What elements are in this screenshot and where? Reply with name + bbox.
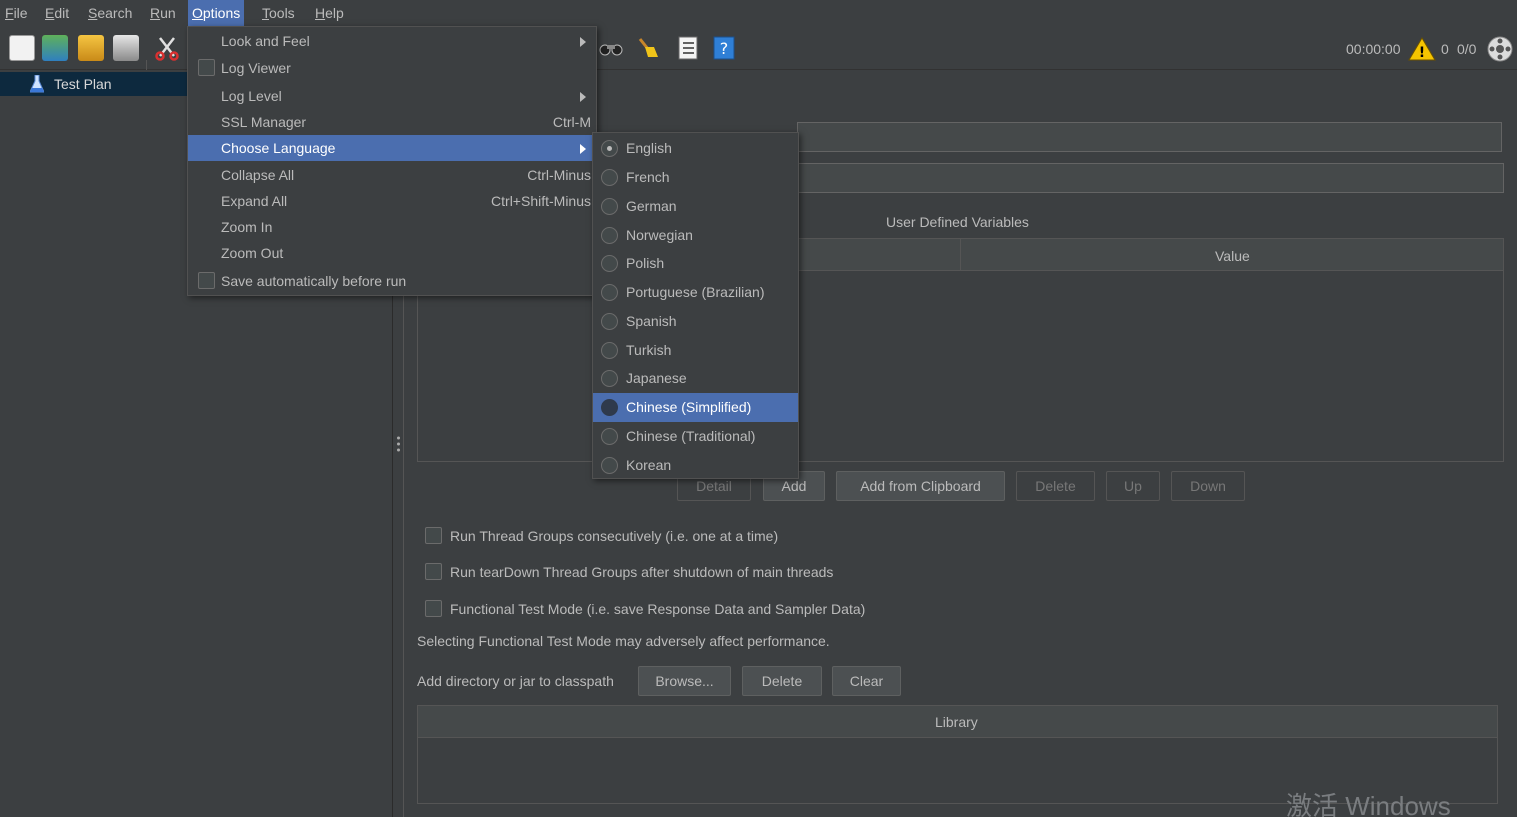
language-french[interactable]: French <box>593 163 798 192</box>
language-polish[interactable]: Polish <box>593 249 798 278</box>
remote-engine-icon[interactable] <box>1487 36 1513 62</box>
function-helper-icon[interactable] <box>675 35 701 61</box>
language-portuguese-brazilian[interactable]: Portuguese (Brazilian) <box>593 278 798 307</box>
svg-text:?: ? <box>720 39 729 58</box>
menu-item-collapse-all[interactable]: Collapse All Ctrl-Minus <box>188 162 596 188</box>
elapsed-timer: 00:00:00 <box>1346 41 1401 57</box>
menu-item-zoom-out[interactable]: Zoom Out <box>188 240 596 266</box>
menu-item-save-automatically[interactable]: Save automatically before run <box>188 268 596 294</box>
menu-options[interactable]: Options <box>188 0 245 26</box>
menu-bar: File Edit Search Run Options Tools Help <box>0 0 1517 26</box>
activation-watermark: 激活 Windows <box>1286 791 1451 817</box>
menu-tools[interactable]: Tools <box>258 0 299 26</box>
svg-text:!: ! <box>1419 45 1425 61</box>
down-button[interactable]: Down <box>1171 471 1245 501</box>
udv-title: User Defined Variables <box>886 214 1029 230</box>
new-icon[interactable] <box>9 35 35 61</box>
splitter-handle[interactable] <box>397 436 400 452</box>
save-automatically-checkbox[interactable] <box>198 272 215 289</box>
up-button[interactable]: Up <box>1106 471 1160 501</box>
menu-item-choose-language[interactable]: Choose Language <box>188 135 596 161</box>
menu-search[interactable]: Search <box>84 0 136 26</box>
menu-help[interactable]: Help <box>311 0 348 26</box>
save-icon[interactable] <box>113 35 139 61</box>
language-submenu: English French German Norwegian Polish P… <box>592 132 799 479</box>
functional-mode-label: Functional Test Mode (i.e. save Response… <box>450 601 866 617</box>
menu-run[interactable]: Run <box>146 0 180 26</box>
menu-file[interactable]: File <box>1 0 32 26</box>
clear-button[interactable]: Clear <box>832 666 901 696</box>
teardown-label: Run tearDown Thread Groups after shutdow… <box>450 564 834 580</box>
menu-item-expand-all[interactable]: Expand All Ctrl+Shift-Minus <box>188 188 596 214</box>
delete-variable-button[interactable]: Delete <box>1016 471 1095 501</box>
log-viewer-checkbox[interactable] <box>198 59 215 76</box>
comments-field[interactable] <box>797 163 1504 193</box>
language-chinese-simplified[interactable]: Chinese (Simplified) <box>593 393 798 422</box>
functional-mode-checkbox[interactable] <box>425 600 442 617</box>
open-icon[interactable] <box>78 35 104 61</box>
warning-icon[interactable]: ! <box>1408 37 1436 61</box>
language-japanese[interactable]: Japanese <box>593 364 798 393</box>
warning-count: 0 <box>1441 41 1449 57</box>
functional-mode-note: Selecting Functional Test Mode may adver… <box>417 633 830 649</box>
help-icon[interactable]: ? <box>711 35 737 61</box>
language-korean[interactable]: Korean <box>593 451 798 480</box>
search-binoculars-icon[interactable] <box>598 35 624 61</box>
thread-count: 0/0 <box>1457 41 1477 57</box>
menu-item-zoom-in[interactable]: Zoom In <box>188 214 596 240</box>
classpath-label: Add directory or jar to classpath <box>417 673 614 689</box>
language-chinese-traditional[interactable]: Chinese (Traditional) <box>593 422 798 451</box>
delete-classpath-button[interactable]: Delete <box>742 666 822 696</box>
consecutive-label: Run Thread Groups consecutively (i.e. on… <box>450 528 779 544</box>
teardown-checkbox[interactable] <box>425 563 442 580</box>
library-col-header: Library <box>935 714 978 730</box>
test-plan-flask-icon <box>29 74 45 93</box>
menu-item-ssl-manager[interactable]: SSL Manager Ctrl-M <box>188 109 596 135</box>
add-from-clipboard-button[interactable]: Add from Clipboard <box>836 471 1005 501</box>
menu-item-log-level[interactable]: Log Level <box>188 83 596 109</box>
language-norwegian[interactable]: Norwegian <box>593 221 798 250</box>
options-menu: Look and Feel Log Viewer Log Level SSL M… <box>187 26 597 296</box>
clear-broom-icon[interactable] <box>634 35 660 61</box>
menu-item-look-and-feel[interactable]: Look and Feel <box>188 28 596 54</box>
menu-edit[interactable]: Edit <box>41 0 73 26</box>
udv-col-divider <box>960 239 961 271</box>
consecutive-checkbox[interactable] <box>425 527 442 544</box>
tree-item-test-plan[interactable]: Test Plan <box>0 72 187 96</box>
udv-col-value: Value <box>1215 248 1250 264</box>
templates-icon[interactable] <box>42 35 68 61</box>
panel-border <box>403 295 404 817</box>
language-spanish[interactable]: Spanish <box>593 307 798 336</box>
menu-item-log-viewer[interactable]: Log Viewer <box>188 55 596 81</box>
browse-button[interactable]: Browse... <box>638 666 731 696</box>
cut-icon[interactable] <box>154 35 180 61</box>
name-field[interactable] <box>797 122 1502 152</box>
language-turkish[interactable]: Turkish <box>593 336 798 365</box>
language-german[interactable]: German <box>593 192 798 221</box>
language-english[interactable]: English <box>593 134 798 163</box>
